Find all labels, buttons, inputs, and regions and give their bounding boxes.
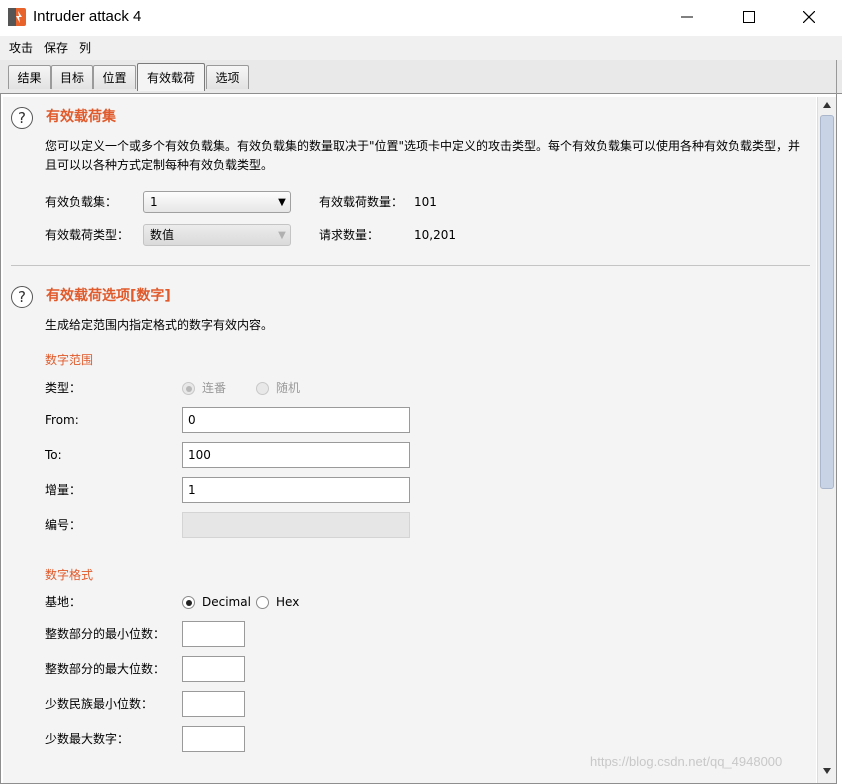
payload-count-label: 有效载荷数量： <box>319 195 404 209</box>
number-range-title: 数字范围 <box>45 353 94 367</box>
radio-sequential[interactable] <box>182 382 195 395</box>
chevron-down-icon: ▼ <box>278 196 286 208</box>
scroll-up-arrow-icon[interactable] <box>821 99 833 111</box>
min-int-digits-input[interactable] <box>182 621 245 647</box>
section-divider <box>11 265 810 266</box>
tab-positions[interactable]: 位置 <box>93 65 136 89</box>
window-title: Intruder attack 4 <box>33 8 142 25</box>
menu-save[interactable]: 保存 <box>44 40 68 56</box>
min-int-digits-label: 整数部分的最小位数： <box>45 627 166 641</box>
radio-decimal-label: Decimal <box>202 595 251 609</box>
radio-hex[interactable] <box>256 596 269 609</box>
tab-target[interactable]: 目标 <box>51 65 93 89</box>
tab-options[interactable]: 选项 <box>206 65 249 89</box>
minimize-icon <box>681 16 693 18</box>
minimize-button[interactable] <box>664 0 710 34</box>
help-icon[interactable]: ? <box>11 286 33 308</box>
how-many-input[interactable] <box>182 512 410 538</box>
radio-random[interactable] <box>256 382 269 395</box>
payload-set-value: 1 <box>150 195 158 209</box>
radio-decimal[interactable] <box>182 596 195 609</box>
max-frac-digits-input[interactable] <box>182 726 245 752</box>
scrollbar-thumb[interactable] <box>820 115 834 489</box>
window-edge <box>836 60 837 96</box>
burp-app-icon <box>8 8 26 26</box>
close-button[interactable] <box>786 0 832 34</box>
max-frac-digits-label: 少数最大数字： <box>45 732 130 746</box>
help-icon[interactable]: ? <box>11 107 33 129</box>
watermark: https://blog.csdn.net/qq_4948000 <box>590 754 783 769</box>
tab-payloads[interactable]: 有效载荷 <box>137 63 205 91</box>
min-frac-digits-input[interactable] <box>182 691 245 717</box>
payload-sets-title: 有效载荷集 <box>46 109 116 125</box>
payload-type-select[interactable]: 数值 ▼ <box>143 224 291 246</box>
request-count-label: 请求数量： <box>319 228 380 242</box>
menu-attack[interactable]: 攻击 <box>9 40 33 56</box>
payload-options-description: 生成给定范围内指定格式的数字有效内容。 <box>45 318 274 332</box>
from-label: From: <box>45 413 79 427</box>
step-input[interactable]: 1 <box>182 477 410 503</box>
to-label: To: <box>45 448 62 462</box>
payload-set-label: 有效负载集： <box>45 195 118 209</box>
radio-random-label: 随机 <box>276 381 301 395</box>
menu-bar: 攻击 保存 列 <box>0 36 842 60</box>
radio-hex-label: Hex <box>276 595 300 609</box>
maximize-button[interactable] <box>726 0 772 34</box>
max-int-digits-label: 整数部分的最大位数： <box>45 662 166 676</box>
base-label: 基地： <box>45 595 82 609</box>
radio-sequential-label: 连番 <box>202 381 227 395</box>
chevron-down-icon: ▼ <box>278 229 286 241</box>
payloads-panel: ? 有效载荷集 您可以定义一个或多个有效负载集。有效负载集的数量取决于"位置"选… <box>3 97 816 783</box>
request-count-value: 10,201 <box>414 228 456 242</box>
step-label: 增量： <box>45 483 82 497</box>
tab-strip: 结果 目标 位置 有效载荷 选项 <box>0 60 842 94</box>
payload-type-label: 有效载荷类型： <box>45 228 130 242</box>
menu-columns[interactable]: 列 <box>79 40 91 56</box>
scroll-down-arrow-icon[interactable] <box>821 765 833 777</box>
payload-options-title: 有效载荷选项[数字] <box>46 288 171 304</box>
from-input[interactable]: 0 <box>182 407 410 433</box>
tab-results[interactable]: 结果 <box>8 65 51 89</box>
payload-sets-description: 您可以定义一个或多个有效负载集。有效负载集的数量取决于"位置"选项卡中定义的攻击… <box>45 139 801 172</box>
payload-type-value: 数值 <box>150 228 175 242</box>
payload-count-value: 101 <box>414 195 437 209</box>
how-many-label: 编号： <box>45 518 82 532</box>
maximize-icon <box>743 11 755 23</box>
payload-set-select[interactable]: 1 ▼ <box>143 191 291 213</box>
vertical-scrollbar[interactable] <box>817 97 836 783</box>
window-title-bar: Intruder attack 4 <box>0 0 842 36</box>
range-type-label: 类型： <box>45 381 82 395</box>
min-frac-digits-label: 少数民族最小位数： <box>45 697 154 711</box>
max-int-digits-input[interactable] <box>182 656 245 682</box>
to-input[interactable]: 100 <box>182 442 410 468</box>
number-format-title: 数字格式 <box>45 568 94 582</box>
close-icon <box>803 11 815 23</box>
